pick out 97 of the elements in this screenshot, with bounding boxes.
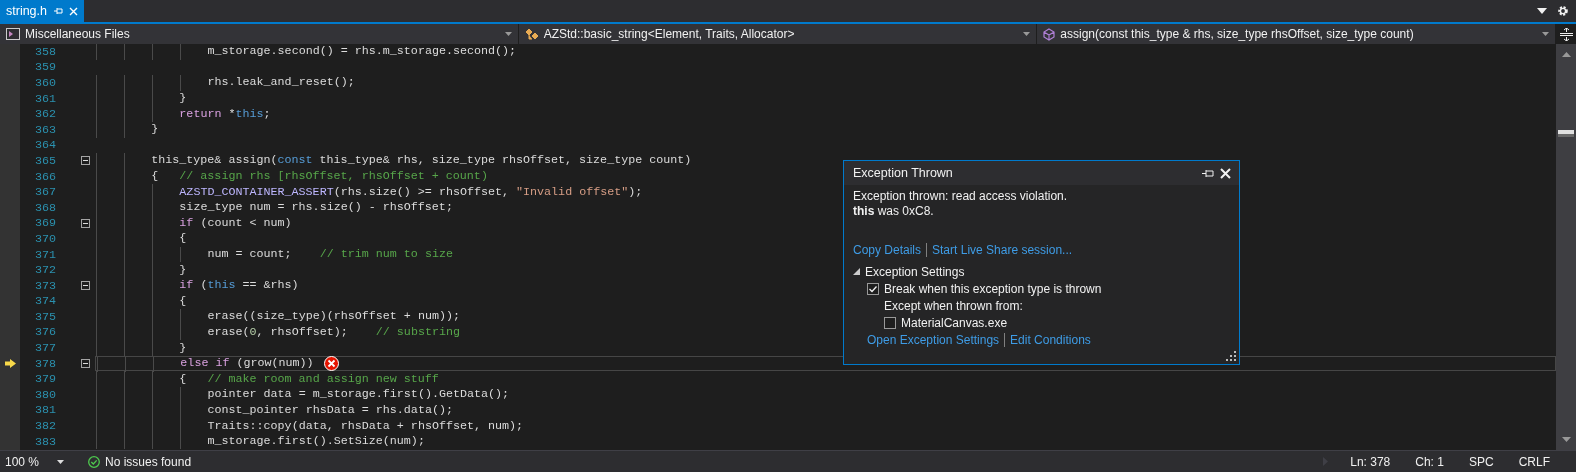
split-window-button[interactable]	[1556, 24, 1576, 44]
scroll-up-icon[interactable]	[1561, 52, 1571, 57]
scroll-down-icon[interactable]	[1561, 437, 1571, 442]
line-number: 362	[33, 107, 56, 122]
project-icon	[6, 28, 20, 40]
link[interactable]: Copy Details	[853, 243, 922, 257]
exception-message: Exception thrown: read access violation.	[853, 189, 1069, 204]
code-line: if (count < num)	[179, 215, 292, 231]
exception-message: this was 0xC8.	[853, 204, 935, 219]
status-field: Ch: 1	[1415, 454, 1444, 469]
link[interactable]: Edit Conditions	[1010, 333, 1091, 347]
collapse-icon[interactable]	[81, 218, 90, 228]
caret-icon	[57, 459, 65, 464]
line-number: 366	[33, 169, 56, 184]
line-number: 361	[33, 91, 56, 106]
code-line: if (this == &rhs)	[179, 278, 299, 294]
caret-icon	[1542, 32, 1549, 36]
line-number: 371	[33, 247, 56, 262]
zoom-dropdown[interactable]: 100 %	[0, 454, 66, 469]
code-line: this_type& assign(const this_type& rhs, size_type rhsOffset, size_type count)	[151, 153, 692, 169]
navigation-dropdown[interactable]: assign(const this_type & rhs, size_type rhsOffset, size_type count)	[1037, 24, 1556, 44]
line-number: 370	[33, 231, 56, 246]
line-number: 363	[33, 122, 56, 137]
issues-status[interactable]: No issues found	[105, 454, 192, 469]
line-number: 380	[33, 387, 56, 402]
splitter-icon	[1559, 27, 1573, 41]
navigation-dropdown[interactable]: Miscellaneous Files	[0, 24, 519, 44]
line-number: 379	[33, 372, 56, 387]
code-line: { // make room and assign new stuff	[179, 371, 439, 387]
settings-label: Except when thrown from:	[883, 297, 1024, 314]
code-line: }	[179, 262, 187, 278]
checkbox-option[interactable]: Break when this exception type is thrown	[853, 280, 1230, 297]
code-line: AZSTD_CONTAINER_ASSERT(rhs.size() >= rhsOffset, "Invalid offset");	[179, 184, 643, 200]
line-number: 372	[33, 263, 56, 278]
status-field: SPC	[1468, 454, 1494, 469]
code-line: erase(0, rhsOffset); // substring	[207, 325, 460, 340]
navigation-dropdown[interactable]: AZStd::basic_string<Element, Traits, Allocator>	[518, 24, 1038, 44]
exception-settings-toggle[interactable]: Exception Settings	[853, 263, 1230, 280]
code-line: }	[151, 122, 159, 138]
pin-icon[interactable]	[1202, 168, 1214, 178]
collapse-icon[interactable]	[81, 156, 90, 166]
popup-title: Exception Thrown	[853, 166, 953, 180]
code-line: m_storage.first().SetSize(num);	[207, 434, 425, 450]
scroll-thumb[interactable]	[1558, 130, 1574, 137]
collapse-icon[interactable]	[81, 281, 90, 291]
code-line: {	[179, 231, 187, 247]
line-number: 378	[33, 356, 56, 371]
line-number: 383	[33, 434, 56, 449]
line-number: 364	[33, 138, 56, 153]
code-line: pointer data = m_storage.first().GetData();	[207, 387, 510, 403]
vertical-scrollbar[interactable]	[1556, 44, 1576, 450]
code-line: erase((size_type)(rhsOffset + num));	[207, 309, 460, 325]
line-number: 365	[33, 153, 56, 168]
line-number: 359	[33, 60, 56, 75]
code-line: num = count; // trim num to size	[207, 247, 453, 262]
line-number: 368	[33, 200, 56, 215]
collapse-icon[interactable]	[81, 359, 90, 369]
code-line: size_type num = rhs.size() - rhsOffset;	[179, 200, 453, 216]
line-number: 375	[33, 309, 56, 324]
code-line: rhs.leak_and_reset();	[207, 75, 355, 91]
checkbox[interactable]	[884, 316, 896, 329]
line-number: 381	[33, 403, 56, 418]
code-line: }	[179, 91, 187, 107]
code-line: { // assign rhs [rhsOffset, rhsOffset + count)	[151, 169, 488, 185]
indent-guides	[97, 356, 154, 373]
caret-icon	[1023, 32, 1031, 36]
line-number: 374	[33, 294, 56, 309]
settings-icon[interactable]	[1557, 5, 1569, 17]
close-icon[interactable]	[1220, 167, 1231, 179]
code-line: Traits::copy(data, rhsData + rhsOffset, num);	[207, 418, 524, 434]
check-circle-icon	[88, 455, 100, 468]
cube-icon	[1043, 27, 1056, 41]
status-field: CRLF	[1518, 454, 1550, 469]
code-line: }	[179, 340, 187, 356]
code-line: {	[179, 293, 187, 309]
line-number: 376	[33, 325, 56, 340]
line-number: 367	[33, 185, 56, 200]
line-number: 360	[33, 76, 56, 90]
line-number: 382	[33, 419, 56, 434]
checkbox[interactable]	[867, 282, 879, 295]
line-number: 373	[33, 278, 56, 293]
code-line: const_pointer rhsData = rhs.data();	[207, 402, 453, 418]
code-line: else if (grow(num))	[180, 356, 314, 372]
link[interactable]: Start Live Share session...	[932, 243, 1073, 257]
dropdown-icon[interactable]	[1537, 8, 1547, 14]
class-icon	[524, 27, 539, 41]
checkbox-option[interactable]: MaterialCanvas.exe	[853, 314, 1230, 331]
link[interactable]: Open Exception Settings	[867, 333, 1000, 347]
line-number: 377	[33, 341, 56, 356]
code-line: m_storage.second() = rhs.m_storage.second();	[207, 44, 517, 60]
line-number: 358	[33, 44, 56, 59]
line-number: 369	[33, 216, 56, 231]
code-line: return *this;	[179, 106, 271, 122]
status-field: Ln: 378	[1350, 454, 1391, 469]
expander-icon[interactable]	[853, 268, 860, 275]
caret-icon	[504, 32, 512, 36]
resize-grip-icon[interactable]	[1226, 351, 1236, 361]
